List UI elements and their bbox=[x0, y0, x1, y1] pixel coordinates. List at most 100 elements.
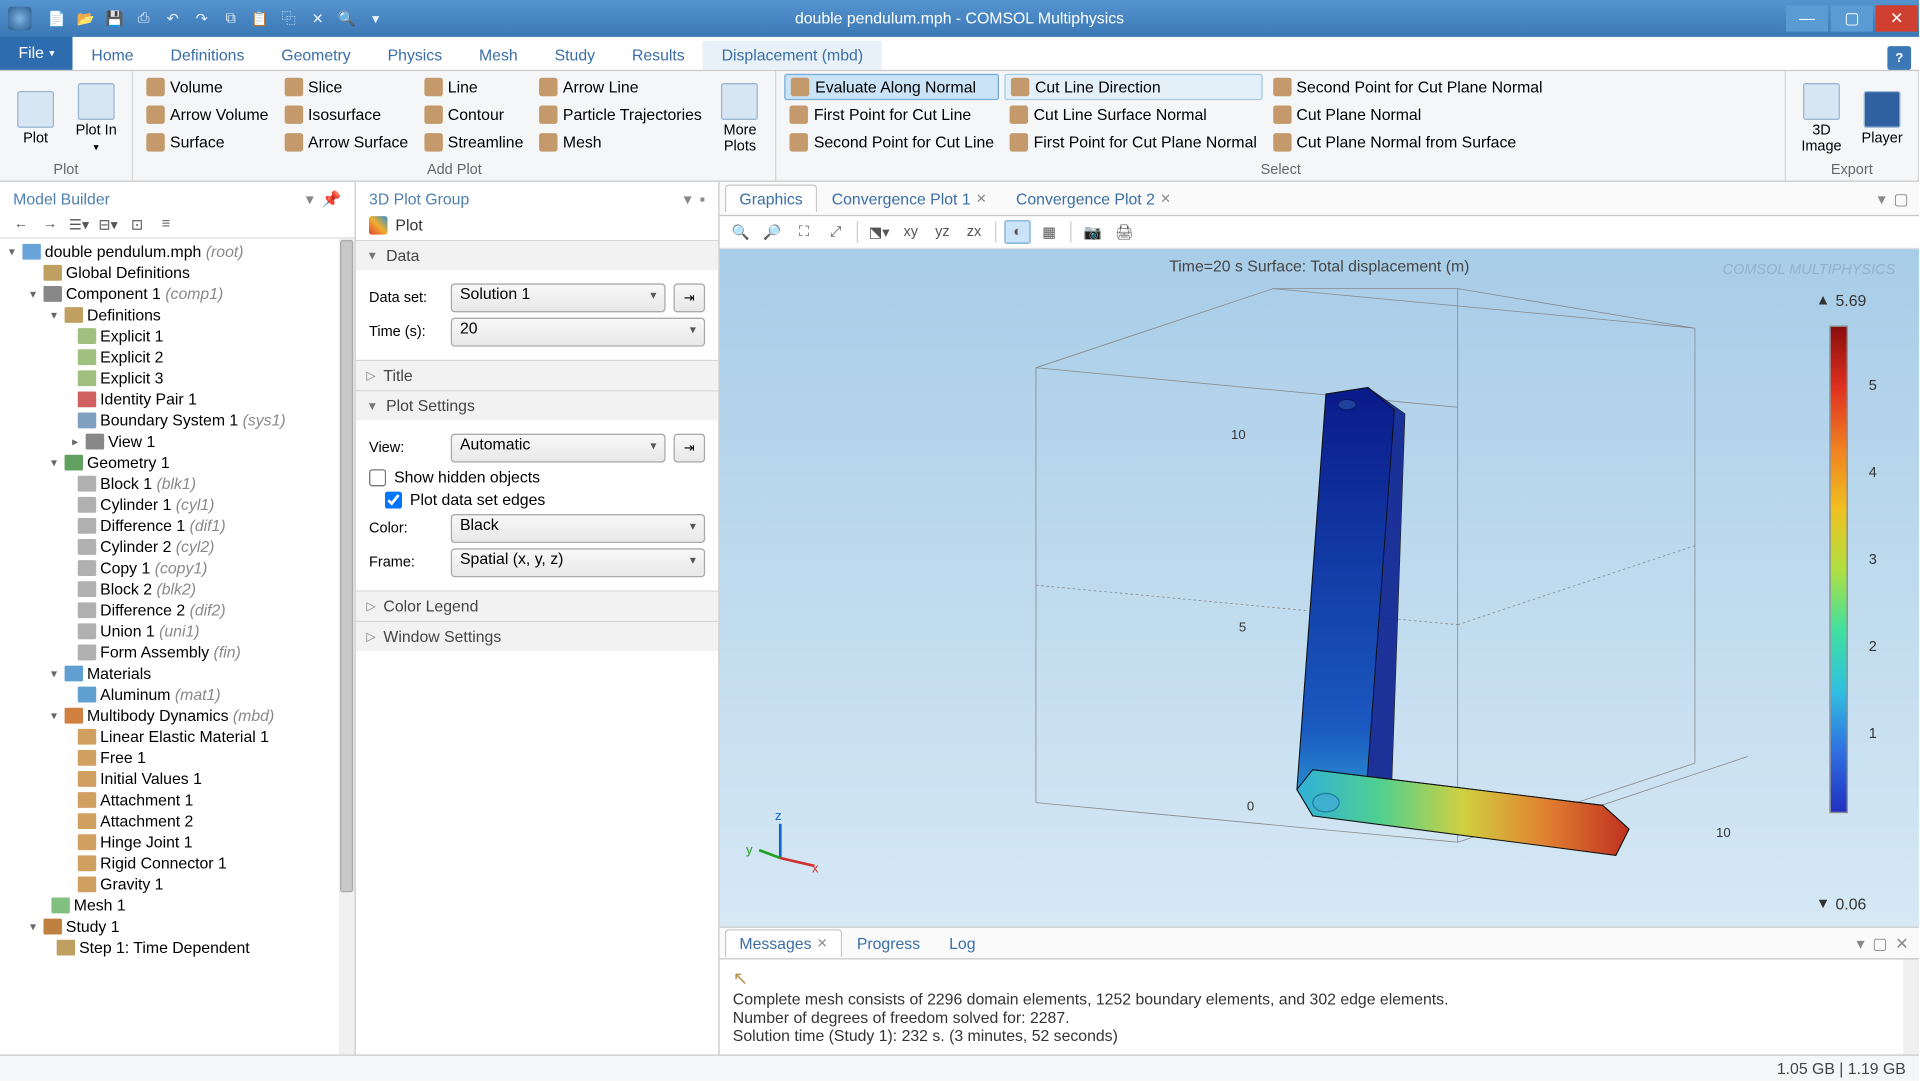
second-point-cut-plane-normal-button[interactable]: Second Point for Cut Plane Normal bbox=[1267, 74, 1547, 100]
graphics-canvas[interactable]: Time=20 s Surface: Total displacement (m… bbox=[720, 249, 1919, 926]
panel-close-icon[interactable]: ✕ bbox=[1895, 934, 1908, 952]
close-button[interactable]: ✕ bbox=[1876, 5, 1918, 31]
player-button[interactable]: Player bbox=[1854, 74, 1909, 162]
tab-graphics[interactable]: Graphics bbox=[725, 185, 817, 213]
messages-body[interactable]: ↖ Complete mesh consists of 2296 domain … bbox=[720, 960, 1919, 1055]
collapse-icon[interactable]: ⊟▾ bbox=[98, 214, 119, 235]
dataset-select[interactable]: Solution 1 bbox=[451, 283, 666, 312]
arrow-volume-button[interactable]: Arrow Volume bbox=[141, 101, 274, 127]
plot-action-button[interactable]: Plot bbox=[395, 216, 422, 234]
qat-find-icon[interactable]: 🔍 bbox=[335, 7, 359, 31]
second-point-cut-line-button[interactable]: Second Point for Cut Line bbox=[785, 129, 1000, 155]
time-select[interactable]: 20 bbox=[451, 318, 705, 347]
snapshot-icon[interactable]: 📷 bbox=[1079, 220, 1105, 244]
show-hidden-checkbox[interactable] bbox=[369, 469, 386, 486]
frame-select[interactable]: Spatial (x, y, z) bbox=[451, 548, 705, 577]
qat-new-icon[interactable]: 📄 bbox=[45, 7, 69, 31]
cut-plane-normal-button[interactable]: Cut Plane Normal bbox=[1267, 101, 1547, 127]
tab-progress[interactable]: Progress bbox=[842, 929, 934, 957]
volume-button[interactable]: Volume bbox=[141, 74, 274, 100]
transparency-icon[interactable]: ▦ bbox=[1036, 220, 1062, 244]
panel-pin-icon[interactable]: 📌 bbox=[322, 190, 342, 208]
panel-menu-icon[interactable]: ▾ bbox=[684, 190, 692, 208]
tab-physics[interactable]: Physics bbox=[369, 41, 460, 70]
qat-copy-icon[interactable]: ⧉ bbox=[219, 7, 243, 31]
help-button[interactable]: ? bbox=[1887, 46, 1911, 70]
qat-duplicate-icon[interactable]: ⿻ bbox=[277, 7, 301, 31]
nav-fwd-icon[interactable]: → bbox=[40, 214, 61, 235]
qat-paste-icon[interactable]: 📋 bbox=[248, 7, 272, 31]
qat-delete-icon[interactable]: ✕ bbox=[306, 7, 330, 31]
isosurface-button[interactable]: Isosurface bbox=[279, 101, 413, 127]
tab-mesh[interactable]: Mesh bbox=[461, 41, 537, 70]
more-plots-button[interactable]: More Plots bbox=[712, 74, 767, 162]
surface-button[interactable]: Surface bbox=[141, 129, 274, 155]
show-icon[interactable]: ☰▾ bbox=[69, 214, 90, 235]
qat-redo-icon[interactable]: ↷ bbox=[190, 7, 214, 31]
yz-view-icon[interactable]: yz bbox=[929, 220, 955, 244]
qat-save-icon[interactable]: 💾 bbox=[103, 7, 127, 31]
first-point-cut-line-button[interactable]: First Point for Cut Line bbox=[785, 101, 1000, 127]
model-tree[interactable]: ▾double pendulum.mph (root) Global Defin… bbox=[0, 239, 355, 1055]
zoom-out-icon[interactable]: 🔎 bbox=[759, 220, 785, 244]
slice-button[interactable]: Slice bbox=[279, 74, 413, 100]
zoom-box-icon[interactable]: ⛶ bbox=[791, 220, 817, 244]
panel-menu-icon[interactable]: ▾ bbox=[306, 190, 314, 208]
zoom-in-icon[interactable]: 🔍 bbox=[728, 220, 754, 244]
plot-in-button[interactable]: Plot In▾ bbox=[69, 74, 124, 162]
close-tab-icon[interactable]: ✕ bbox=[817, 936, 828, 950]
panel-max-icon[interactable]: ▢ bbox=[1894, 189, 1909, 207]
panel-pin-icon[interactable]: ▪ bbox=[700, 190, 706, 208]
tab-definitions[interactable]: Definitions bbox=[152, 41, 263, 70]
nav-back-icon[interactable]: ← bbox=[11, 214, 32, 235]
tab-messages[interactable]: Messages✕ bbox=[725, 929, 842, 957]
tab-convergence-1[interactable]: Convergence Plot 1✕ bbox=[817, 185, 1001, 213]
tab-home[interactable]: Home bbox=[73, 41, 152, 70]
qat-more-icon[interactable]: ▾ bbox=[364, 7, 388, 31]
maximize-button[interactable]: ▢ bbox=[1831, 5, 1873, 31]
plot-button[interactable]: Plot bbox=[8, 74, 63, 162]
tab-displacement-mbd[interactable]: Displacement (mbd) bbox=[703, 41, 881, 70]
dataset-goto-button[interactable]: ⇥ bbox=[673, 283, 705, 312]
qat-undo-icon[interactable]: ↶ bbox=[161, 7, 185, 31]
file-tab[interactable]: File bbox=[0, 36, 73, 70]
tab-log[interactable]: Log bbox=[935, 929, 990, 957]
view-select[interactable]: Automatic bbox=[451, 434, 666, 463]
qat-saveas-icon[interactable]: ⎙ bbox=[132, 7, 156, 31]
section-window-settings-header[interactable]: ▷Window Settings bbox=[356, 622, 718, 651]
minimize-button[interactable]: — bbox=[1786, 5, 1828, 31]
qat-open-icon[interactable]: 📂 bbox=[74, 7, 98, 31]
zx-view-icon[interactable]: zx bbox=[961, 220, 987, 244]
default-view-icon[interactable]: ⬔▾ bbox=[866, 220, 892, 244]
cut-line-surface-normal-button[interactable]: Cut Line Surface Normal bbox=[1005, 101, 1263, 127]
arrow-surface-button[interactable]: Arrow Surface bbox=[279, 129, 413, 155]
section-color-legend-header[interactable]: ▷Color Legend bbox=[356, 592, 718, 621]
messages-scrollbar[interactable] bbox=[1903, 960, 1919, 1055]
tab-study[interactable]: Study bbox=[536, 41, 613, 70]
plot-edges-checkbox[interactable] bbox=[385, 491, 402, 508]
zoom-extents-icon[interactable]: ⤢ bbox=[822, 220, 848, 244]
3d-image-button[interactable]: 3D Image bbox=[1794, 74, 1849, 162]
evaluate-along-normal-button[interactable]: Evaluate Along Normal bbox=[785, 74, 1000, 100]
tree-scrollbar[interactable] bbox=[339, 239, 355, 1055]
panel-menu-icon[interactable]: ▾ bbox=[1878, 189, 1886, 207]
scene-light-icon[interactable]: ◐ bbox=[1004, 220, 1030, 244]
color-select[interactable]: Black bbox=[451, 514, 705, 543]
first-point-cut-plane-normal-button[interactable]: First Point for Cut Plane Normal bbox=[1005, 129, 1263, 155]
tab-geometry[interactable]: Geometry bbox=[263, 41, 369, 70]
tab-results[interactable]: Results bbox=[613, 41, 703, 70]
line-button[interactable]: Line bbox=[419, 74, 529, 100]
section-data-header[interactable]: ▼Data bbox=[356, 241, 718, 270]
particle-trajectories-button[interactable]: Particle Trajectories bbox=[534, 101, 707, 127]
close-tab-icon[interactable]: ✕ bbox=[1160, 192, 1171, 206]
view-goto-button[interactable]: ⇥ bbox=[673, 434, 705, 463]
panel-menu-icon[interactable]: ▾ bbox=[1856, 934, 1864, 952]
print-icon[interactable]: 🖨 bbox=[1111, 220, 1137, 244]
section-plot-settings-header[interactable]: ▼Plot Settings bbox=[356, 391, 718, 420]
arrow-line-button[interactable]: Arrow Line bbox=[534, 74, 707, 100]
mesh-plot-button[interactable]: Mesh bbox=[534, 129, 707, 155]
xy-view-icon[interactable]: xy bbox=[898, 220, 924, 244]
cut-line-direction-button[interactable]: Cut Line Direction bbox=[1005, 74, 1263, 100]
streamline-button[interactable]: Streamline bbox=[419, 129, 529, 155]
sort-icon[interactable]: ≡ bbox=[156, 214, 177, 235]
